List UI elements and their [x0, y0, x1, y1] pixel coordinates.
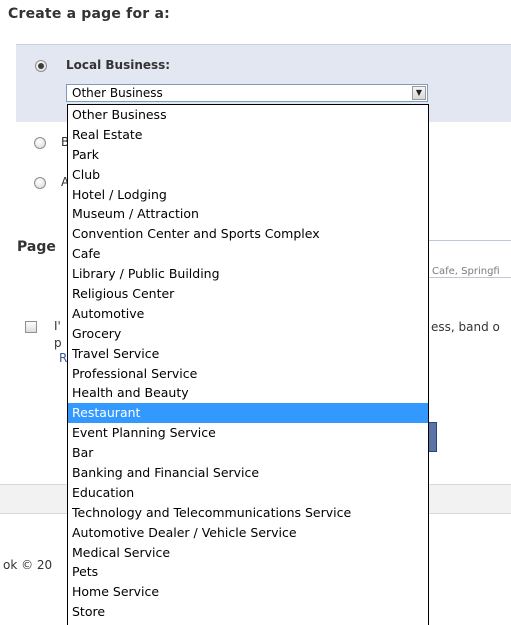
dropdown-option[interactable]: Grocery	[68, 324, 428, 344]
dropdown-option[interactable]: Store	[68, 602, 428, 622]
dropdown-option[interactable]: Club	[68, 165, 428, 185]
page-name-example: Cafe, Springfi	[432, 266, 500, 277]
terms-text-line2: p	[54, 336, 62, 350]
dropdown-option[interactable]: Library / Public Building	[68, 264, 428, 284]
dropdown-option[interactable]: Museum / Attraction	[68, 204, 428, 224]
brand-radio[interactable]	[34, 137, 46, 149]
dropdown-option[interactable]: Park	[68, 145, 428, 165]
terms-text-end: ess, band o	[431, 320, 500, 334]
artist-radio[interactable]	[34, 177, 46, 189]
dropdown-option[interactable]: Travel Service	[68, 344, 428, 364]
terms-text-start: I'	[54, 319, 61, 333]
dropdown-option[interactable]: Banking and Financial Service	[68, 463, 428, 483]
dropdown-option[interactable]: Convention Center and Sports Complex	[68, 224, 428, 244]
dropdown-option[interactable]: Professional Service	[68, 364, 428, 384]
page-name-heading: Page	[17, 239, 56, 255]
category-dropdown-list[interactable]: Other Business Real Estate Park Club Hotel /…	[67, 104, 429, 625]
dropdown-option[interactable]: Automotive	[68, 304, 428, 324]
chevron-down-icon[interactable]: ▼	[412, 86, 426, 100]
dropdown-option[interactable]: Health and Beauty	[68, 383, 428, 403]
dropdown-option[interactable]: Event Planning Service	[68, 423, 428, 443]
dropdown-option[interactable]: Home Service	[68, 582, 428, 602]
dropdown-option[interactable]: Automotive Dealer / Vehicle Service	[68, 523, 428, 543]
footer-copyright: ok © 20	[3, 558, 53, 572]
category-select-value: Other Business	[72, 86, 163, 100]
dropdown-option[interactable]: Hotel / Lodging	[68, 185, 428, 205]
local-business-label: Local Business:	[66, 58, 171, 72]
category-select[interactable]: Other Business ▼	[66, 84, 428, 102]
dropdown-option[interactable]: Other Business	[68, 105, 428, 125]
terms-checkbox[interactable]	[25, 321, 37, 333]
local-business-radio[interactable]	[35, 60, 47, 72]
create-page-button[interactable]	[428, 422, 437, 452]
dropdown-option[interactable]: Religious Center	[68, 284, 428, 304]
dropdown-option[interactable]: Cafe	[68, 244, 428, 264]
dropdown-option[interactable]: Technology and Telecommunications Servic…	[68, 503, 428, 523]
dropdown-option[interactable]: Real Estate	[68, 125, 428, 145]
dropdown-option[interactable]: Education	[68, 483, 428, 503]
dropdown-option[interactable]: Restaurant	[68, 403, 428, 424]
dropdown-option[interactable]: Medical Service	[68, 543, 428, 563]
dropdown-option[interactable]: Pets	[68, 562, 428, 582]
dropdown-option[interactable]: Bar	[68, 443, 428, 463]
page-heading: Create a page for a:	[8, 6, 170, 22]
